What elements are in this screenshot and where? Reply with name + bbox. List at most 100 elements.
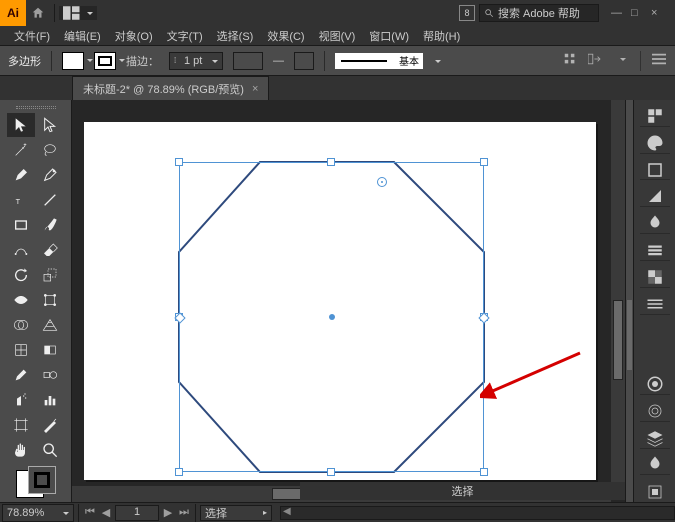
graphic-style-preview[interactable]: 基本: [335, 53, 423, 69]
last-artboard-button[interactable]: ⏭: [177, 506, 191, 519]
panel-stroke-icon[interactable]: [640, 240, 670, 261]
menu-help[interactable]: 帮助(H): [417, 26, 466, 46]
tool-graph[interactable]: [36, 388, 64, 412]
tool-free-transform[interactable]: [36, 288, 64, 312]
chevron-down-icon[interactable]: [614, 51, 630, 67]
panel-menu-icon[interactable]: [651, 51, 667, 67]
tool-symbol-sprayer[interactable]: [7, 388, 35, 412]
tool-line[interactable]: [36, 188, 64, 212]
panel-align-icon[interactable]: [640, 294, 670, 315]
menu-effect[interactable]: 效果(C): [261, 26, 310, 46]
menu-type[interactable]: 文字(T): [161, 26, 209, 46]
tool-zoom[interactable]: [36, 438, 64, 462]
document-indicator[interactable]: 8: [459, 5, 475, 21]
status-tool-value: 选择: [205, 505, 227, 521]
tool-rotate[interactable]: [7, 263, 35, 287]
align-panel-icon[interactable]: [562, 51, 578, 67]
minimize-button[interactable]: —: [611, 7, 623, 19]
panel-color-icon[interactable]: [640, 133, 670, 154]
tool-selection[interactable]: [7, 113, 35, 137]
stroke-weight-input[interactable]: ⁞ 1 pt: [169, 52, 223, 70]
main-area: T: [0, 100, 675, 502]
tool-shaper[interactable]: [7, 238, 35, 262]
home-icon[interactable]: [26, 6, 50, 20]
maximize-button[interactable]: □: [631, 7, 643, 19]
transform-panel-icon[interactable]: [588, 51, 604, 67]
zoom-input[interactable]: 78.89%: [2, 504, 74, 522]
scrollbar-thumb[interactable]: [627, 300, 632, 370]
tool-width[interactable]: [7, 288, 35, 312]
tool-hand[interactable]: [7, 438, 35, 462]
resize-handle-se[interactable]: [480, 468, 488, 476]
panel-asset-export-icon[interactable]: [640, 455, 670, 476]
resize-handle-ne[interactable]: [480, 158, 488, 166]
menu-window[interactable]: 窗口(W): [363, 26, 415, 46]
tool-direct-selection[interactable]: [36, 113, 64, 137]
search-input[interactable]: 搜索 Adobe 帮助: [479, 4, 599, 22]
vertical-scrollbar[interactable]: [611, 100, 625, 486]
tool-slice[interactable]: [36, 413, 64, 437]
status-scroll-track[interactable]: [280, 506, 675, 520]
artboard[interactable]: [84, 122, 596, 480]
menu-file[interactable]: 文件(F): [8, 26, 56, 46]
tool-gradient[interactable]: [36, 338, 64, 362]
panel-appearance-icon[interactable]: [640, 374, 670, 395]
prev-artboard-button[interactable]: ◀: [99, 506, 113, 519]
tool-paintbrush[interactable]: [36, 213, 64, 237]
tool-perspective[interactable]: [36, 313, 64, 337]
menu-object[interactable]: 对象(O): [109, 26, 159, 46]
resize-handle-s[interactable]: [327, 468, 335, 476]
tool-shape-builder[interactable]: [7, 313, 35, 337]
canvas[interactable]: [72, 100, 625, 502]
panel-symbols-icon[interactable]: [640, 213, 670, 234]
panel-transparency-icon[interactable]: [640, 267, 670, 288]
close-tab-icon[interactable]: ×: [252, 83, 258, 95]
scrollbar-thumb[interactable]: [613, 300, 623, 380]
tool-eyedropper[interactable]: [7, 363, 35, 387]
menu-view[interactable]: 视图(V): [313, 26, 362, 46]
status-tool-dropdown[interactable]: 选择 ▸: [200, 505, 272, 521]
menu-edit[interactable]: 编辑(E): [58, 26, 107, 46]
toolbox-grip[interactable]: [16, 106, 56, 109]
stroke-profile-dropdown[interactable]: [233, 52, 263, 70]
chevron-down-icon[interactable]: [433, 55, 441, 67]
tool-lasso[interactable]: [36, 138, 64, 162]
menu-select[interactable]: 选择(S): [211, 26, 260, 46]
resize-handle-n[interactable]: [327, 158, 335, 166]
first-artboard-button[interactable]: ⏮: [83, 506, 97, 519]
chevron-down-icon: [85, 56, 93, 65]
panel-brushes-icon[interactable]: [640, 186, 670, 207]
fill-swatch[interactable]: [62, 52, 84, 70]
resize-handle-nw[interactable]: [175, 158, 183, 166]
document-tab[interactable]: 未标题-2* @ 78.89% (RGB/预览) ×: [72, 76, 269, 100]
tool-magic-wand[interactable]: [7, 138, 35, 162]
tool-mesh[interactable]: [7, 338, 35, 362]
layout-switcher[interactable]: [59, 6, 97, 20]
zoom-value: 78.89%: [7, 507, 44, 519]
title-bar: Ai 8 搜索 Adobe 帮助 — □ ×: [0, 0, 675, 26]
close-button[interactable]: ×: [651, 7, 663, 19]
tool-rectangle[interactable]: [7, 213, 35, 237]
tool-eraser[interactable]: [36, 238, 64, 262]
status-bar: 78.89% ⏮ ◀ 1 ▶ ⏭ 选择 ▸: [0, 502, 675, 522]
artboard-number-input[interactable]: 1: [115, 505, 159, 521]
panel-layers-icon[interactable]: [640, 428, 670, 449]
panel-swatches-icon[interactable]: [640, 160, 670, 181]
stroke-swatch[interactable]: [94, 52, 116, 70]
fill-stroke-control[interactable]: [14, 468, 58, 496]
tool-pen[interactable]: [7, 163, 35, 187]
registration-point-icon[interactable]: [377, 177, 387, 187]
next-artboard-button[interactable]: ▶: [161, 506, 175, 519]
tool-blend[interactable]: [36, 363, 64, 387]
stroke-color-icon[interactable]: [28, 466, 56, 494]
tool-type[interactable]: T: [7, 188, 35, 212]
tool-curvature[interactable]: [36, 163, 64, 187]
panel-properties-icon[interactable]: [640, 106, 670, 127]
panel-artboards-icon[interactable]: [640, 481, 670, 502]
tool-artboard[interactable]: [7, 413, 35, 437]
tool-scale[interactable]: [36, 263, 64, 287]
panel-graphic-styles-icon[interactable]: [640, 401, 670, 422]
right-gutter[interactable]: [625, 100, 633, 502]
brush-dropdown[interactable]: [294, 52, 314, 70]
resize-handle-sw[interactable]: [175, 468, 183, 476]
